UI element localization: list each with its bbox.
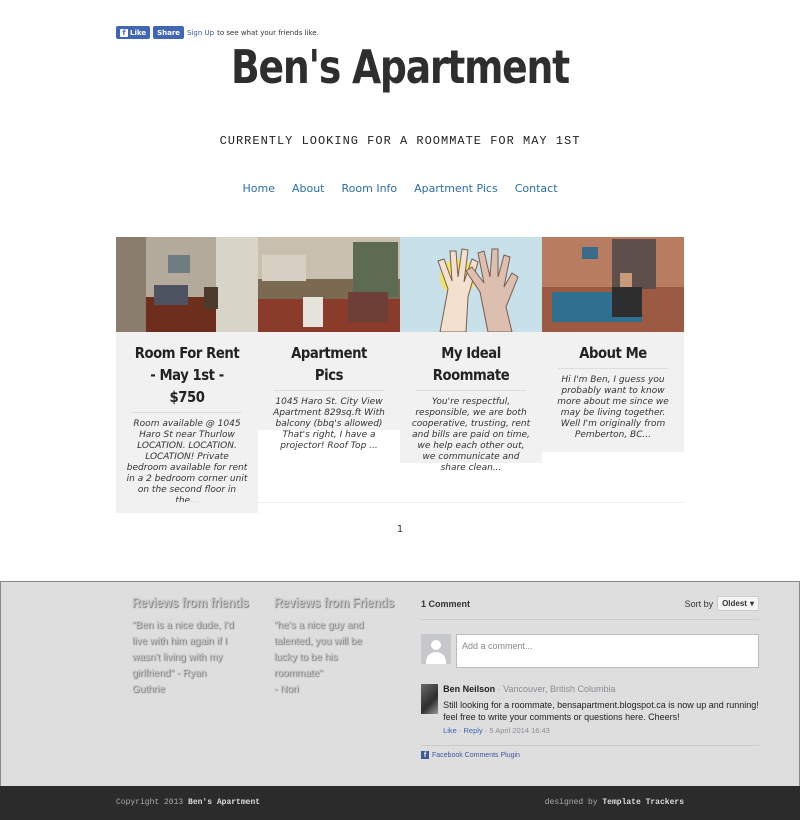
nav-contact[interactable]: Contact	[515, 182, 558, 195]
apartment-photo[interactable]	[258, 237, 400, 332]
post-excerpt: Room available @ 1045 Haro St near Thurl…	[126, 419, 248, 506]
high-five-illustration[interactable]	[400, 237, 542, 332]
post-title[interactable]: Room For Rent - May 1st - $750	[133, 342, 240, 408]
signup-link[interactable]: Sign Up	[187, 29, 214, 37]
facebook-like-bar: f Like Share Sign Up to see what your fri…	[116, 26, 319, 39]
sort-select[interactable]: Oldest ▾	[717, 596, 759, 611]
post-excerpt: You're respectful, responsible, we are b…	[411, 397, 531, 473]
nav-home[interactable]: Home	[242, 182, 274, 195]
caret-down-icon: ▾	[749, 599, 754, 608]
comment-date[interactable]: 5 April 2014 16:43	[489, 726, 549, 735]
facebook-like-button[interactable]: f Like	[116, 26, 151, 39]
reviews-title: Reviews from Friends	[274, 594, 394, 610]
post-excerpt: Hi I'm Ben, I guess you probably want to…	[557, 375, 669, 440]
post-card[interactable]: Apartment Pics 1045 Haro St. City View A…	[258, 237, 400, 513]
avatar[interactable]	[421, 684, 439, 714]
site-footer: Copyright 2013 Ben's Apartment designed …	[0, 786, 800, 820]
nav-apartment-pics[interactable]: Apartment Pics	[414, 182, 498, 195]
facebook-share-button[interactable]: Share	[153, 26, 185, 39]
post-grid: Room For Rent - May 1st - $750 Room avai…	[116, 237, 684, 513]
facebook-icon: f	[120, 28, 128, 37]
post-excerpt: 1045 Haro St. City View Apartment 829sq.…	[273, 397, 385, 451]
like-label: Like	[130, 28, 147, 37]
signup-text: to see what your friends like.	[217, 28, 319, 37]
facebook-icon: f	[421, 751, 429, 759]
posts-divider	[116, 502, 684, 503]
room-photo[interactable]	[116, 237, 258, 332]
post-card[interactable]: My Ideal Roommate You're respectful, res…	[400, 237, 542, 513]
reply-link[interactable]: Reply	[464, 726, 483, 735]
comment-input[interactable]: Add a comment...	[456, 634, 759, 668]
commenter-name[interactable]: Ben Neilson	[443, 684, 495, 694]
designer-link[interactable]: Template Trackers	[602, 798, 684, 807]
site-title[interactable]: Ben's Apartment	[72, 40, 728, 94]
nav-room-info[interactable]: Room Info	[342, 182, 398, 195]
post-title[interactable]: Apartment Pics	[275, 342, 382, 386]
main-nav: Home About Room Info Apartment Pics Cont…	[0, 182, 800, 195]
comment-count: 1 Comment	[421, 598, 471, 609]
review-text: "he's a nice guy and talented, you will …	[274, 620, 364, 695]
commenter-location: Vancouver, British Columbia	[503, 684, 616, 694]
default-avatar	[421, 634, 451, 664]
post-title[interactable]: My Ideal Roommate	[417, 342, 524, 386]
comment-item: Ben Neilson · Vancouver, British Columbi…	[421, 684, 759, 735]
post-title[interactable]: About Me	[559, 342, 666, 364]
profile-photo[interactable]	[542, 237, 684, 332]
page-1[interactable]: 1	[397, 524, 403, 535]
pagination: 1	[0, 524, 800, 535]
post-card[interactable]: About Me Hi I'm Ben, I guess you probabl…	[542, 237, 684, 513]
footer-site-link[interactable]: Ben's Apartment	[188, 798, 260, 807]
comment-text: Still looking for a roommate, bensapartm…	[443, 700, 759, 722]
facebook-comments: 1 Comment Sort by Oldest ▾ Add a comment.…	[421, 596, 759, 759]
sort-label: Sort by	[684, 598, 714, 609]
reviews-widget: Reviews from friends "Ben is a nice dude…	[132, 594, 268, 698]
plugin-link[interactable]: Facebook Comments Plugin	[432, 752, 520, 759]
nav-about[interactable]: About	[292, 182, 325, 195]
share-label: Share	[157, 28, 181, 37]
like-link[interactable]: Like	[443, 726, 457, 735]
designer-credit: designed by Template Trackers	[544, 798, 684, 807]
copyright: Copyright 2013 Ben's Apartment	[116, 798, 261, 807]
reviews-widget: Reviews from Friends "he's a nice guy an…	[274, 594, 414, 698]
site-tagline: CURRENTLY LOOKING FOR A ROOMMATE FOR MAY…	[219, 134, 581, 148]
reviews-title: Reviews from friends	[132, 594, 249, 610]
footer-widgets: Reviews from friends "Ben is a nice dude…	[0, 581, 800, 787]
review-text: "Ben is a nice dude, I'd live with him a…	[132, 620, 234, 695]
post-card[interactable]: Room For Rent - May 1st - $750 Room avai…	[116, 237, 258, 513]
sort-value: Oldest	[722, 599, 747, 608]
